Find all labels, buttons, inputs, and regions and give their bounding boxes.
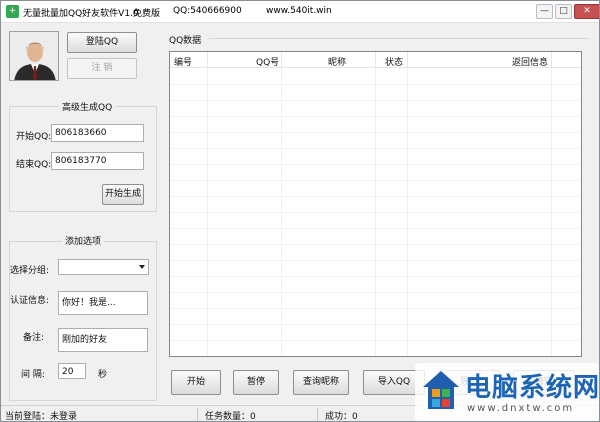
add-options-title: 添加选项: [62, 234, 105, 247]
site-watermark: 电脑系统网 www.dnxtw.com: [415, 363, 599, 421]
grid-row-line: [170, 164, 581, 165]
group-select-label: 选择分组:: [10, 266, 50, 276]
grid-row-line: [170, 276, 581, 277]
website-label: www.540it.win: [266, 6, 332, 16]
grid-row-line: [170, 324, 581, 325]
grid-row-line: [170, 308, 581, 309]
grid-row-line: [170, 148, 581, 149]
success-count-status: 成功：0: [325, 412, 358, 422]
verify-label: 认证信息:: [10, 296, 50, 306]
grid-row-line: [170, 212, 581, 213]
watermark-url: www.dnxtw.com: [467, 403, 575, 414]
status-divider: [197, 408, 198, 421]
login-qq-button[interactable]: 登陆QQ: [67, 32, 137, 53]
verify-message-input[interactable]: 你好！我是...: [58, 291, 148, 315]
end-qq-label: 结束QQ:: [16, 160, 52, 170]
logout-button[interactable]: 注 销: [67, 58, 137, 79]
app-window: + 无量批量加QQ好友软件V1.0 免费版 QQ:540666900 www.5…: [0, 0, 600, 422]
task-count-status: 任务数量：0: [205, 412, 256, 422]
remark-input[interactable]: 刚加的好友: [58, 328, 148, 352]
remark-label: 备注:: [23, 333, 45, 343]
title-bar: + 无量批量加QQ好友软件V1.0 免费版 QQ:540666900 www.5…: [1, 1, 599, 23]
grid-row-line: [170, 84, 581, 85]
interval-input[interactable]: 20: [58, 363, 86, 379]
grid-row-line: [170, 292, 581, 293]
column-header-return-info[interactable]: 返回信息: [512, 55, 548, 68]
group-select[interactable]: [58, 259, 149, 275]
minimize-button[interactable]: —: [536, 4, 553, 19]
column-header-id[interactable]: 编号: [174, 55, 192, 68]
start-button[interactable]: 开始: [171, 370, 221, 395]
column-divider[interactable]: [407, 52, 408, 68]
maximize-button[interactable]: □: [555, 4, 572, 19]
contact-qq: QQ:540666900: [173, 6, 242, 16]
query-nickname-button[interactable]: 查询昵称: [293, 370, 349, 395]
interval-label: 间 隔:: [21, 370, 45, 380]
qq-data-table[interactable]: 编号 QQ号 昵称 状态 返回信息: [169, 51, 582, 357]
grid-row-line: [170, 244, 581, 245]
watermark-text: 电脑系统网: [465, 373, 600, 403]
table-header: 编号 QQ号 昵称 状态 返回信息: [170, 52, 581, 68]
column-header-status[interactable]: 状态: [385, 55, 403, 68]
column-header-qq[interactable]: QQ号: [256, 55, 279, 68]
generate-button[interactable]: 开始生成: [102, 184, 144, 205]
column-divider[interactable]: [551, 52, 552, 68]
end-qq-input[interactable]: 806183770: [51, 152, 144, 170]
qq-data-divider: [209, 38, 589, 39]
grid-row-line: [170, 260, 581, 261]
user-avatar-icon: [9, 31, 59, 81]
column-divider[interactable]: [375, 52, 376, 68]
column-divider[interactable]: [207, 52, 208, 68]
column-header-nickname[interactable]: 昵称: [328, 55, 346, 68]
grid-row-line: [170, 356, 581, 357]
house-logo-icon: [423, 371, 459, 409]
grid-row-line: [170, 132, 581, 133]
grid-row-line: [170, 340, 581, 341]
grid-row-line: [170, 100, 581, 101]
interval-unit: 秒: [98, 370, 108, 380]
grid-row-line: [170, 180, 581, 181]
grid-row-line: [170, 196, 581, 197]
advanced-generate-title: 高级生成QQ: [59, 100, 116, 113]
chevron-down-icon: [139, 265, 145, 269]
qq-data-title: QQ数据: [169, 36, 202, 46]
edition-label: 免费版: [133, 9, 161, 19]
status-divider: [317, 408, 318, 421]
column-divider[interactable]: [281, 52, 282, 68]
grid-row-line: [170, 116, 581, 117]
window-title: 无量批量加QQ好友软件V1.0: [23, 9, 139, 19]
grid-row-line: [170, 228, 581, 229]
start-qq-label: 开始QQ:: [16, 132, 52, 142]
close-button[interactable]: ✕: [574, 4, 599, 19]
qq-add-icon: +: [6, 5, 19, 18]
login-status: 当前登陆：未登录: [5, 412, 78, 422]
pause-button[interactable]: 暂停: [233, 370, 279, 395]
start-qq-input[interactable]: 806183660: [51, 124, 144, 142]
